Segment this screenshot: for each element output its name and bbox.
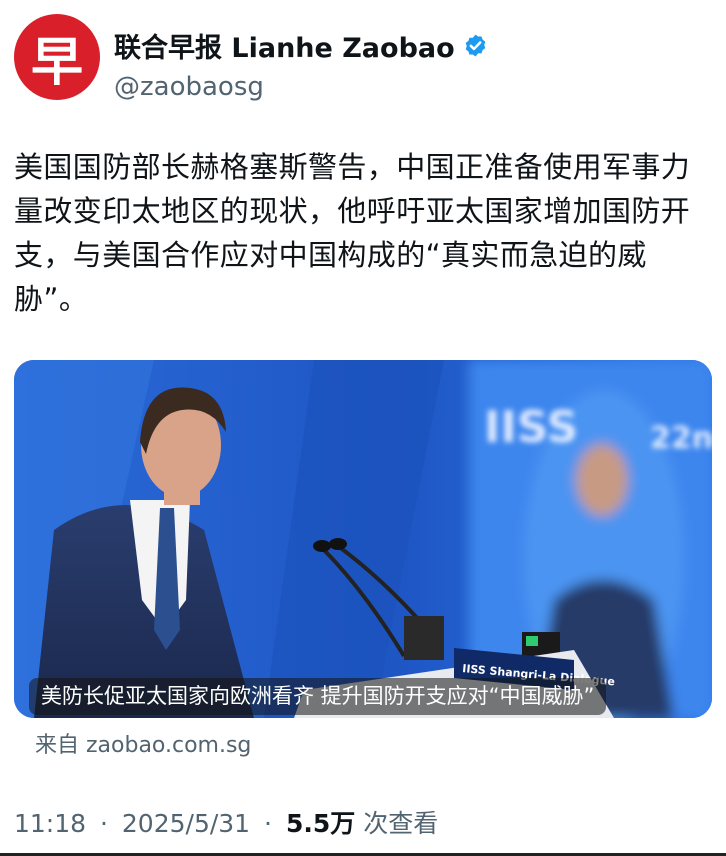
views-label: 次查看 <box>363 809 439 838</box>
display-name-line: 联合早报 Lianhe Zaobao <box>114 26 488 65</box>
avatar-glyph: 早 <box>30 31 83 93</box>
meta-separator-2: · <box>264 809 272 838</box>
post-date[interactable]: 2025/5/31 <box>122 809 250 838</box>
account-identity: 联合早报 Lianhe Zaobao @zaobaosg <box>114 26 488 102</box>
verified-badge-icon <box>465 34 485 57</box>
link-source[interactable]: 来自 zaobao.com.sg <box>35 727 251 759</box>
backdrop-text-iiss: IISS <box>484 402 578 453</box>
post-time[interactable]: 11:18 <box>14 809 86 838</box>
media-card[interactable]: IISS 22nd IISS Shangri-La Dialogue 美防长促亚… <box>14 360 712 718</box>
avatar[interactable]: 早 <box>14 14 100 100</box>
views-count[interactable]: 5.5万 <box>286 809 355 838</box>
account-handle[interactable]: @zaobaosg <box>114 72 488 102</box>
media-image: IISS 22nd IISS Shangri-La Dialogue <box>14 360 712 718</box>
display-name[interactable]: 联合早报 Lianhe Zaobao <box>114 26 455 65</box>
meta-separator: · <box>100 809 108 838</box>
media-caption: 美防长促亚太国家向欧洲看齐 提升国防开支应对“中国威胁” <box>29 678 607 715</box>
post-header: 早 联合早报 Lianhe Zaobao @zaobaosg <box>14 14 714 110</box>
backdrop-text-edition: 22nd <box>650 421 712 456</box>
post-text: 美国国防部长赫格塞斯警告，中国正准备使用军事力量改变印太地区的现状，他呼吁亚太国… <box>14 150 691 316</box>
post-meta: 11:18 · 2025/5/31 · 5.5万 次查看 <box>14 804 438 840</box>
